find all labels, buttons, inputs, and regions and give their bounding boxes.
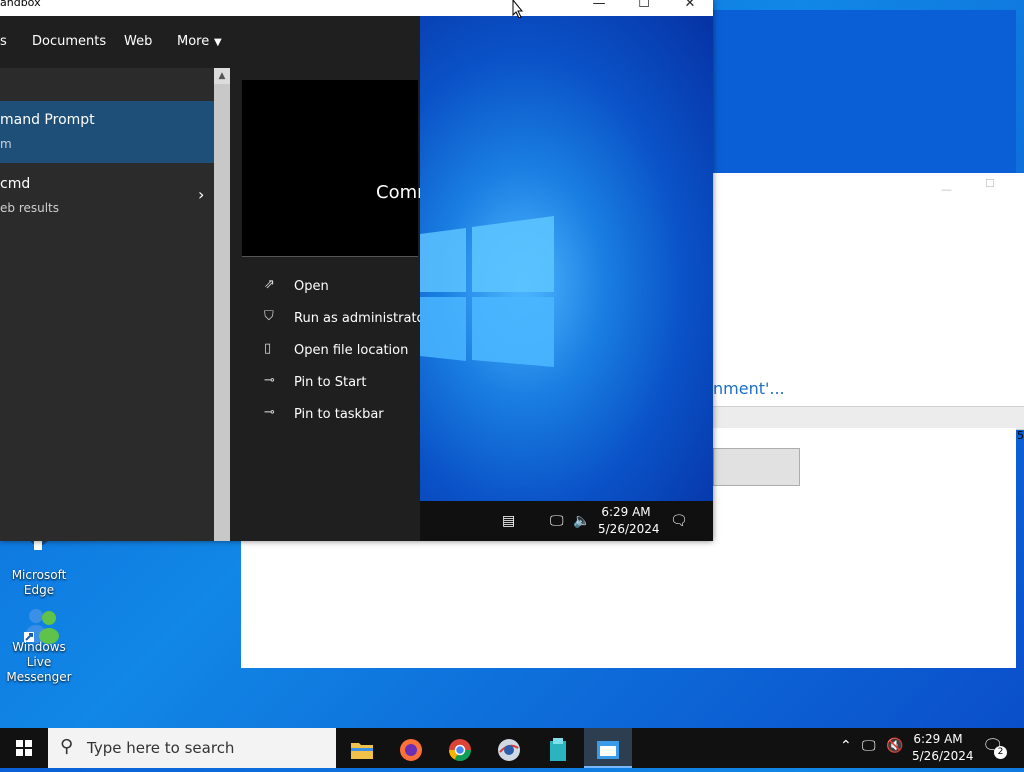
shield-icon: ⛉ [264,309,274,324]
package-icon [550,737,566,761]
tab-apps[interactable]: s [0,34,7,49]
chrome-icon [449,738,471,761]
result-subtitle: eb results [0,201,60,215]
search-icon: ⚲ [60,736,74,757]
file-icon: ▯ [264,341,272,356]
windows-start-icon [16,740,32,756]
search-tabs: s Documents Web More ▼ [0,16,418,68]
sandbox-title: andbox [0,0,41,9]
desktop-icon-edge[interactable]: Microsoft Edge [0,532,78,598]
taskbar-file-explorer[interactable] [338,728,386,768]
sandbox-taskbar: ▤ 🖵 🔈 6:29 AM 5/26/2024 🗨 [420,501,713,541]
result-title: mand Prompt [0,112,95,128]
sandbox-clock[interactable]: 6:29 AM 5/26/2024 [598,504,660,538]
windows-logo-icon [420,216,554,367]
taskbar-clock[interactable]: 6:29 AM 5/26/2024 [912,731,974,765]
sandbox-desktop [420,16,713,501]
tab-more[interactable]: More [177,34,209,49]
desktop-icon-messenger[interactable]: Windows Live Messenger [0,604,78,685]
action-label: Open file location [294,343,409,358]
desktop-icon-label: Microsoft Edge [11,568,67,597]
pin-icon: ⊸ [264,405,275,420]
folder-icon [351,742,373,759]
news-icon[interactable]: ▤ [502,513,515,529]
taskbar-app-5[interactable] [534,728,582,768]
detail-divider [242,256,418,257]
tab-web[interactable]: Web [124,34,152,49]
taskbar-search[interactable]: ⚲ Type here to search [48,728,336,768]
taskbar-chrome[interactable] [436,728,484,768]
sandbox-icon [597,740,619,759]
tab-documents[interactable]: Documents [32,34,106,49]
pin-icon: ⊸ [264,373,275,388]
bg-max-icon[interactable]: ☐ [985,177,995,190]
globe-app-icon [498,738,520,761]
bg-min-icon[interactable]: — [941,183,952,196]
messenger-icon [22,604,59,644]
action-label: Pin to Start [294,375,367,390]
results-scrollbar[interactable] [214,68,230,541]
background-window-button[interactable] [713,448,800,486]
action-label: Open [294,279,329,294]
background-window-link[interactable]: nment'... [713,379,785,398]
taskbar-windows-sandbox[interactable] [584,728,632,768]
maximize-button[interactable]: ☐ [633,0,655,11]
detail-header [242,80,418,256]
background-window-header [713,10,1016,173]
sandbox-time: 6:29 AM [601,505,651,519]
taskbar-firefox[interactable] [387,728,435,768]
sandbox-titlebar[interactable]: andbox — ☐ ✕ [0,0,713,16]
background-window-body: — ☐ [713,173,1024,408]
action-label: Run as administrator [294,311,430,326]
result-item-command-prompt[interactable]: mand Prompt m [0,101,214,163]
background-window-strip [713,406,1024,430]
volume-icon[interactable]: 🔈 [573,513,590,529]
action-center-button[interactable]: 🗨 2 [982,736,1008,760]
chevron-right-icon[interactable]: › [198,185,204,204]
taskbar-date: 5/26/2024 [912,749,974,763]
desktop-icon-label: Windows Live Messenger [6,640,72,684]
volume-muted-icon[interactable]: 🔇 [886,738,903,754]
background-window-side-text: 5 [1017,429,1024,442]
start-button[interactable] [0,728,48,768]
minimize-button[interactable]: — [588,0,610,11]
show-hidden-icons-icon[interactable]: ⌃ [840,738,852,754]
notification-badge: 2 [994,746,1007,759]
result-subtitle: m [0,137,12,151]
scroll-up-icon[interactable]: ▲ [214,68,230,84]
result-title: cmd [0,176,31,192]
result-item-cmd-web[interactable]: cmd eb results › [0,165,214,227]
notification-icon[interactable]: 🗨 [670,513,688,529]
open-icon: ⇗ [264,277,275,292]
search-placeholder: Type here to search [87,739,235,757]
sandbox-date: 5/26/2024 [598,522,660,536]
taskbar-time: 6:29 AM [913,732,963,746]
network-icon[interactable]: 🖵 [550,513,564,529]
chevron-down-icon[interactable]: ▼ [214,37,222,48]
mouse-cursor-icon [512,0,524,18]
taskbar-app-4[interactable] [485,728,533,768]
close-button[interactable]: ✕ [679,0,701,11]
firefox-icon [400,738,422,761]
network-icon[interactable]: 🖵 [862,738,876,754]
action-label: Pin to taskbar [294,407,384,422]
